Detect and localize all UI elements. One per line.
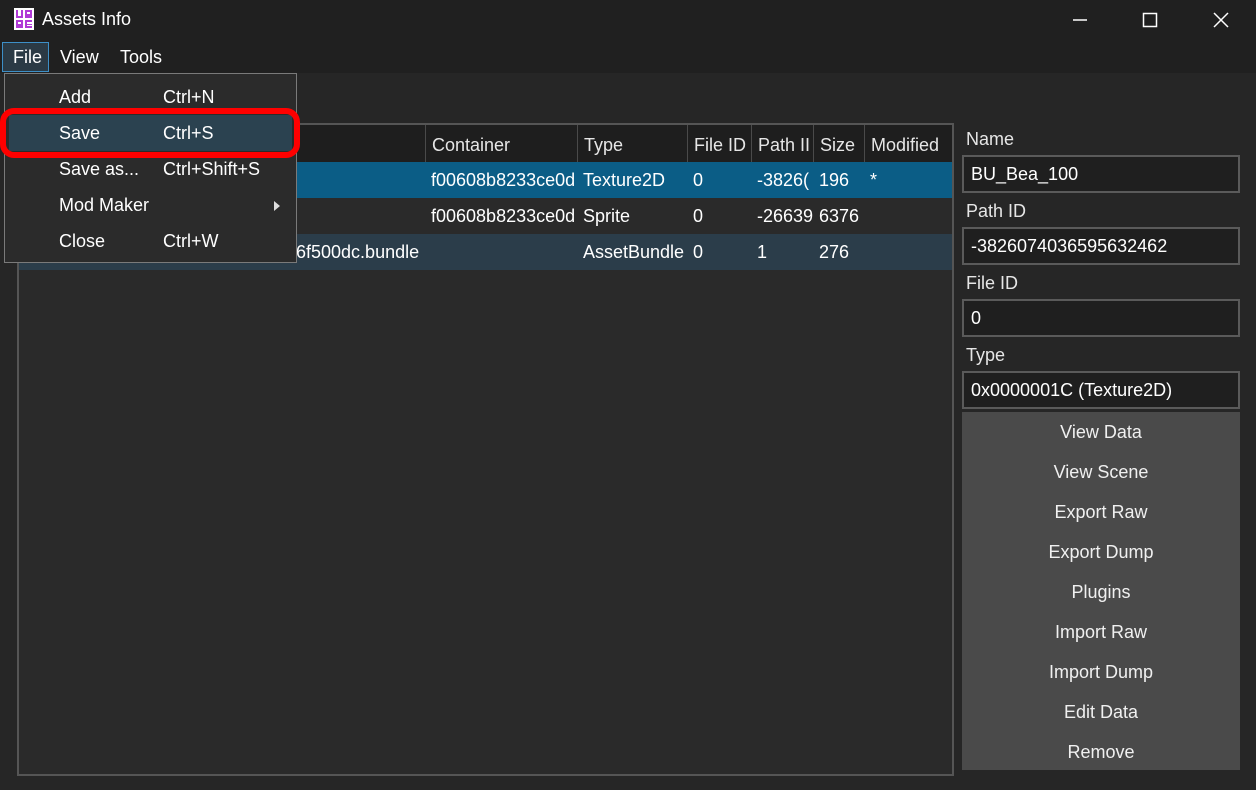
menu-item-label: Save as... [59, 159, 140, 179]
export-raw-button[interactable]: Export Raw [962, 492, 1240, 532]
view-scene-button[interactable]: View Scene [962, 452, 1240, 492]
cell-modified [864, 198, 952, 234]
file-id-label: File ID [966, 273, 1019, 293]
menu-view[interactable]: View [50, 42, 109, 72]
cell-type: Sprite [583, 206, 631, 226]
cell-size: 276 [819, 242, 850, 262]
name-label: Name [966, 129, 1015, 149]
cell-path-id: 1 [757, 242, 768, 262]
cell-container [425, 234, 577, 270]
cell-type: Texture2D [583, 170, 666, 190]
import-dump-button[interactable]: Import Dump [962, 652, 1240, 692]
close-icon [1213, 12, 1229, 28]
menu-item-label: Add [59, 87, 92, 107]
cell-container: f00608b8233ce0d [431, 170, 576, 190]
type-field[interactable]: 0x0000001C (Texture2D) [962, 371, 1240, 409]
column-header-type[interactable]: Type [577, 125, 687, 162]
menu-bar: File View Tools [0, 40, 1256, 73]
cell-file-id: 0 [693, 206, 704, 226]
type-label: Type [966, 345, 1006, 365]
menu-item-label: Close [59, 231, 106, 251]
cell-container: f00608b8233ce0d [431, 206, 576, 226]
cell-size: 196 [819, 170, 850, 190]
file-id-field[interactable]: 0 [962, 299, 1240, 337]
cell-size: 6376 [819, 206, 860, 226]
edit-data-button[interactable]: Edit Data [962, 692, 1240, 732]
submenu-arrow-icon [274, 201, 280, 211]
cell-file-id: 0 [693, 242, 704, 262]
menu-file[interactable]: File [2, 42, 49, 72]
column-header-modified[interactable]: Modified [864, 125, 952, 162]
column-header-size[interactable]: Size [813, 125, 864, 162]
column-header-path-id[interactable]: Path II [751, 125, 813, 162]
cell-modified [864, 234, 952, 270]
menu-item-shortcut: Ctrl+S [163, 123, 214, 143]
column-header-file-id[interactable]: File ID [687, 125, 751, 162]
export-dump-button[interactable]: Export Dump [962, 532, 1240, 572]
menu-item-save-as[interactable]: Save as... Ctrl+Shift+S [5, 151, 296, 187]
maximize-icon [1142, 12, 1158, 28]
uabe-app-icon [14, 8, 34, 30]
menu-item-shortcut: Ctrl+Shift+S [163, 159, 261, 179]
file-menu-dropdown: Add Ctrl+N Save Ctrl+S Save as... Ctrl+S… [4, 73, 297, 263]
menu-item-shortcut: Ctrl+W [163, 231, 219, 251]
menu-item-label: Mod Maker [59, 195, 150, 215]
menu-tools[interactable]: Tools [110, 42, 172, 72]
minimize-button[interactable] [1045, 0, 1115, 40]
cell-name: 6f500dc.bundle [296, 242, 420, 262]
menu-item-close[interactable]: Close Ctrl+W [5, 223, 296, 259]
path-id-label: Path ID [966, 201, 1027, 221]
menu-item-add[interactable]: Add Ctrl+N [5, 79, 296, 115]
action-buttons-panel: View Data View Scene Export Raw Export D… [962, 412, 1240, 770]
cell-type: AssetBundle [583, 242, 685, 262]
remove-button[interactable]: Remove [962, 732, 1240, 772]
path-id-field[interactable]: -3826074036595632462 [962, 227, 1240, 265]
maximize-button[interactable] [1115, 0, 1185, 40]
cell-modified: * [870, 170, 878, 190]
close-window-button[interactable] [1186, 0, 1256, 40]
name-field[interactable]: BU_Bea_100 [962, 155, 1240, 193]
minimize-icon [1073, 19, 1087, 21]
plugins-button[interactable]: Plugins [962, 572, 1240, 612]
cell-path-id: -3826( [757, 170, 810, 190]
cell-file-id: 0 [693, 170, 704, 190]
title-bar: Assets Info [0, 0, 1256, 40]
column-header-container[interactable]: Container [425, 125, 577, 162]
menu-item-shortcut: Ctrl+N [163, 87, 215, 107]
view-data-button[interactable]: View Data [962, 412, 1240, 452]
cell-path-id: -26639 [757, 206, 813, 226]
menu-item-save[interactable]: Save Ctrl+S [9, 115, 292, 151]
window-title: Assets Info [42, 9, 132, 29]
menu-item-mod-maker[interactable]: Mod Maker [5, 187, 296, 223]
import-raw-button[interactable]: Import Raw [962, 612, 1240, 652]
menu-item-label: Save [59, 123, 101, 143]
